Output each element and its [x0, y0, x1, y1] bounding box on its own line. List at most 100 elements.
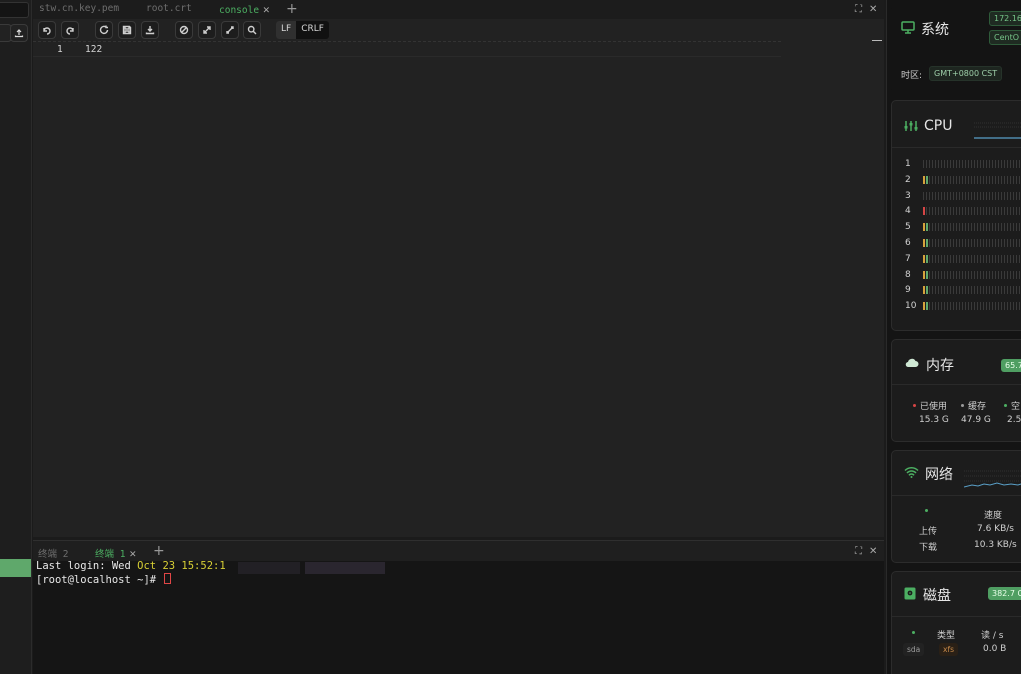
cpu-core-row: 7	[905, 254, 1021, 264]
fs-badge: xfs	[939, 643, 958, 656]
cpu-core-row: 10	[905, 301, 1021, 311]
cpu-core-row: 9	[905, 285, 1021, 295]
tab-console[interactable]: console ✕	[219, 3, 270, 16]
cpu-core-bar	[923, 175, 1021, 184]
cpu-sliders-icon	[904, 121, 918, 131]
upload-button[interactable]	[10, 24, 28, 42]
reload-icon	[99, 25, 109, 34]
close-pane-icon[interactable]: ✕	[869, 546, 877, 557]
disk-title: 磁盘	[923, 588, 951, 604]
cpu-core-bar	[923, 207, 1021, 216]
cache-label-text: 缓存	[968, 402, 987, 412]
search-button[interactable]	[243, 21, 261, 39]
editor-top-rule	[33, 41, 781, 42]
free-label-text: 空	[1011, 402, 1021, 412]
maximize-icon[interactable]: ⛶	[855, 4, 862, 15]
tab-stw-cn-key-pem[interactable]: stw.cn.key.pem	[39, 3, 119, 14]
close-icon[interactable]: ✕	[129, 547, 136, 560]
cpu-load-segment	[926, 239, 928, 247]
network-card: 网络 速度 上传 7.6 KB/s 下载 10.3 KB/s	[891, 450, 1021, 563]
cpu-core-bar	[923, 254, 1021, 263]
cpu-load-segment	[926, 254, 928, 263]
shell-prompt: [root@localhost ~]#	[36, 574, 163, 586]
cpu-core-fill	[923, 175, 928, 184]
cpu-core-fill	[923, 286, 928, 295]
cpu-core-row: 2	[905, 175, 1021, 185]
terminal-tabbar: 终端 2 终端 1 ✕ + ⛶ ✕	[33, 541, 884, 561]
add-terminal-button[interactable]: +	[153, 543, 165, 559]
upload-label: 上传	[919, 527, 938, 537]
download-label: 下载	[919, 543, 938, 553]
cpu-core-row: 5	[905, 222, 1021, 232]
redacted-block	[238, 562, 300, 574]
terminal-output[interactable]: Last login: Wed Oct 23 15:52:1 [root@loc…	[36, 560, 226, 587]
cpu-load-segment	[926, 302, 928, 311]
expand-button[interactable]	[198, 21, 216, 39]
system-title: 系统	[921, 22, 949, 38]
cpu-core-number: 10	[905, 301, 917, 312]
mem-free-value: 2.5	[1007, 415, 1021, 425]
editor-toolbar: LF CRLF	[33, 19, 884, 41]
path-input[interactable]	[0, 2, 29, 18]
selected-item-highlight[interactable]	[0, 559, 31, 577]
disk-col-dot	[912, 629, 919, 639]
cpu-load-segment	[923, 302, 925, 311]
close-icon[interactable]: ✕	[263, 3, 270, 16]
memory-card: 内存 65.7 已使用 15.3 G 缓存 47.9 G 空 2.5	[891, 339, 1021, 442]
minimize-icon[interactable]	[872, 40, 882, 41]
fullscreen-button[interactable]	[221, 21, 239, 39]
timezone-label: 时区:	[901, 71, 923, 81]
code-text[interactable]: 122	[85, 44, 102, 55]
cpu-core-number: 2	[905, 174, 911, 185]
cpu-core-number: 7	[905, 253, 911, 264]
mem-used-label: 已使用	[913, 399, 947, 412]
cache-dot-icon	[961, 404, 964, 407]
download-button[interactable]	[141, 21, 159, 39]
reload-button[interactable]	[95, 21, 113, 39]
cpu-load-segment	[926, 223, 928, 232]
fullscreen-icon	[226, 26, 234, 34]
upload-speed: 7.6 KB/s	[977, 524, 1014, 534]
cpu-core-number: 4	[905, 206, 911, 217]
close-pane-icon[interactable]: ✕	[869, 4, 877, 15]
no-wrap-icon	[179, 25, 189, 35]
used-dot-icon	[913, 404, 916, 407]
expand-icon	[203, 26, 211, 34]
tab-terminal-2[interactable]: 终端 2	[38, 546, 68, 560]
network-divider	[892, 495, 1021, 496]
device-badge: sda	[903, 643, 925, 656]
cpu-core-number: 5	[905, 222, 911, 233]
tab-label: 终端 2	[38, 549, 69, 560]
mem-free-label: 空	[1004, 399, 1020, 412]
ip-badge: 172.16	[989, 11, 1021, 26]
redo-button[interactable]	[61, 21, 79, 39]
add-tab-button[interactable]: +	[286, 1, 298, 17]
cpu-core-row: 6	[905, 238, 1021, 248]
wrap-toggle-button[interactable]	[175, 21, 193, 39]
redacted-block	[305, 562, 385, 574]
os-badge: CentO	[989, 30, 1021, 45]
network-title: 网络	[925, 467, 953, 483]
cpu-load-segment	[923, 223, 925, 232]
cpu-load-segment	[923, 254, 925, 263]
mem-used-value: 15.3 G	[919, 415, 949, 425]
cpu-divider	[892, 147, 1021, 148]
maximize-icon[interactable]: ⛶	[855, 546, 862, 557]
tab-label: root.crt	[146, 3, 192, 14]
undo-button[interactable]	[38, 21, 56, 39]
cpu-core-number: 8	[905, 269, 911, 280]
tab-terminal-1[interactable]: 终端 1 ✕	[95, 546, 136, 560]
mem-cache-label: 缓存	[961, 399, 986, 412]
cpu-core-row: 8	[905, 270, 1021, 280]
eol-lf-option[interactable]: LF	[276, 21, 297, 39]
cpu-load-segment	[926, 270, 928, 279]
cpu-core-number: 3	[905, 190, 911, 201]
save-button[interactable]	[118, 21, 136, 39]
cpu-load-segment	[926, 175, 928, 184]
editor-pane: stw.cn.key.pem root.crt console ✕ + ⛶ ✕ L…	[33, 0, 884, 537]
tab-root-crt[interactable]: root.crt	[146, 3, 192, 14]
cpu-core-bar	[923, 223, 1021, 232]
editor-tabbar: stw.cn.key.pem root.crt console ✕ + ⛶ ✕	[33, 0, 884, 19]
eol-crlf-option[interactable]: CRLF	[296, 21, 329, 39]
cpu-load-segment	[923, 207, 925, 216]
